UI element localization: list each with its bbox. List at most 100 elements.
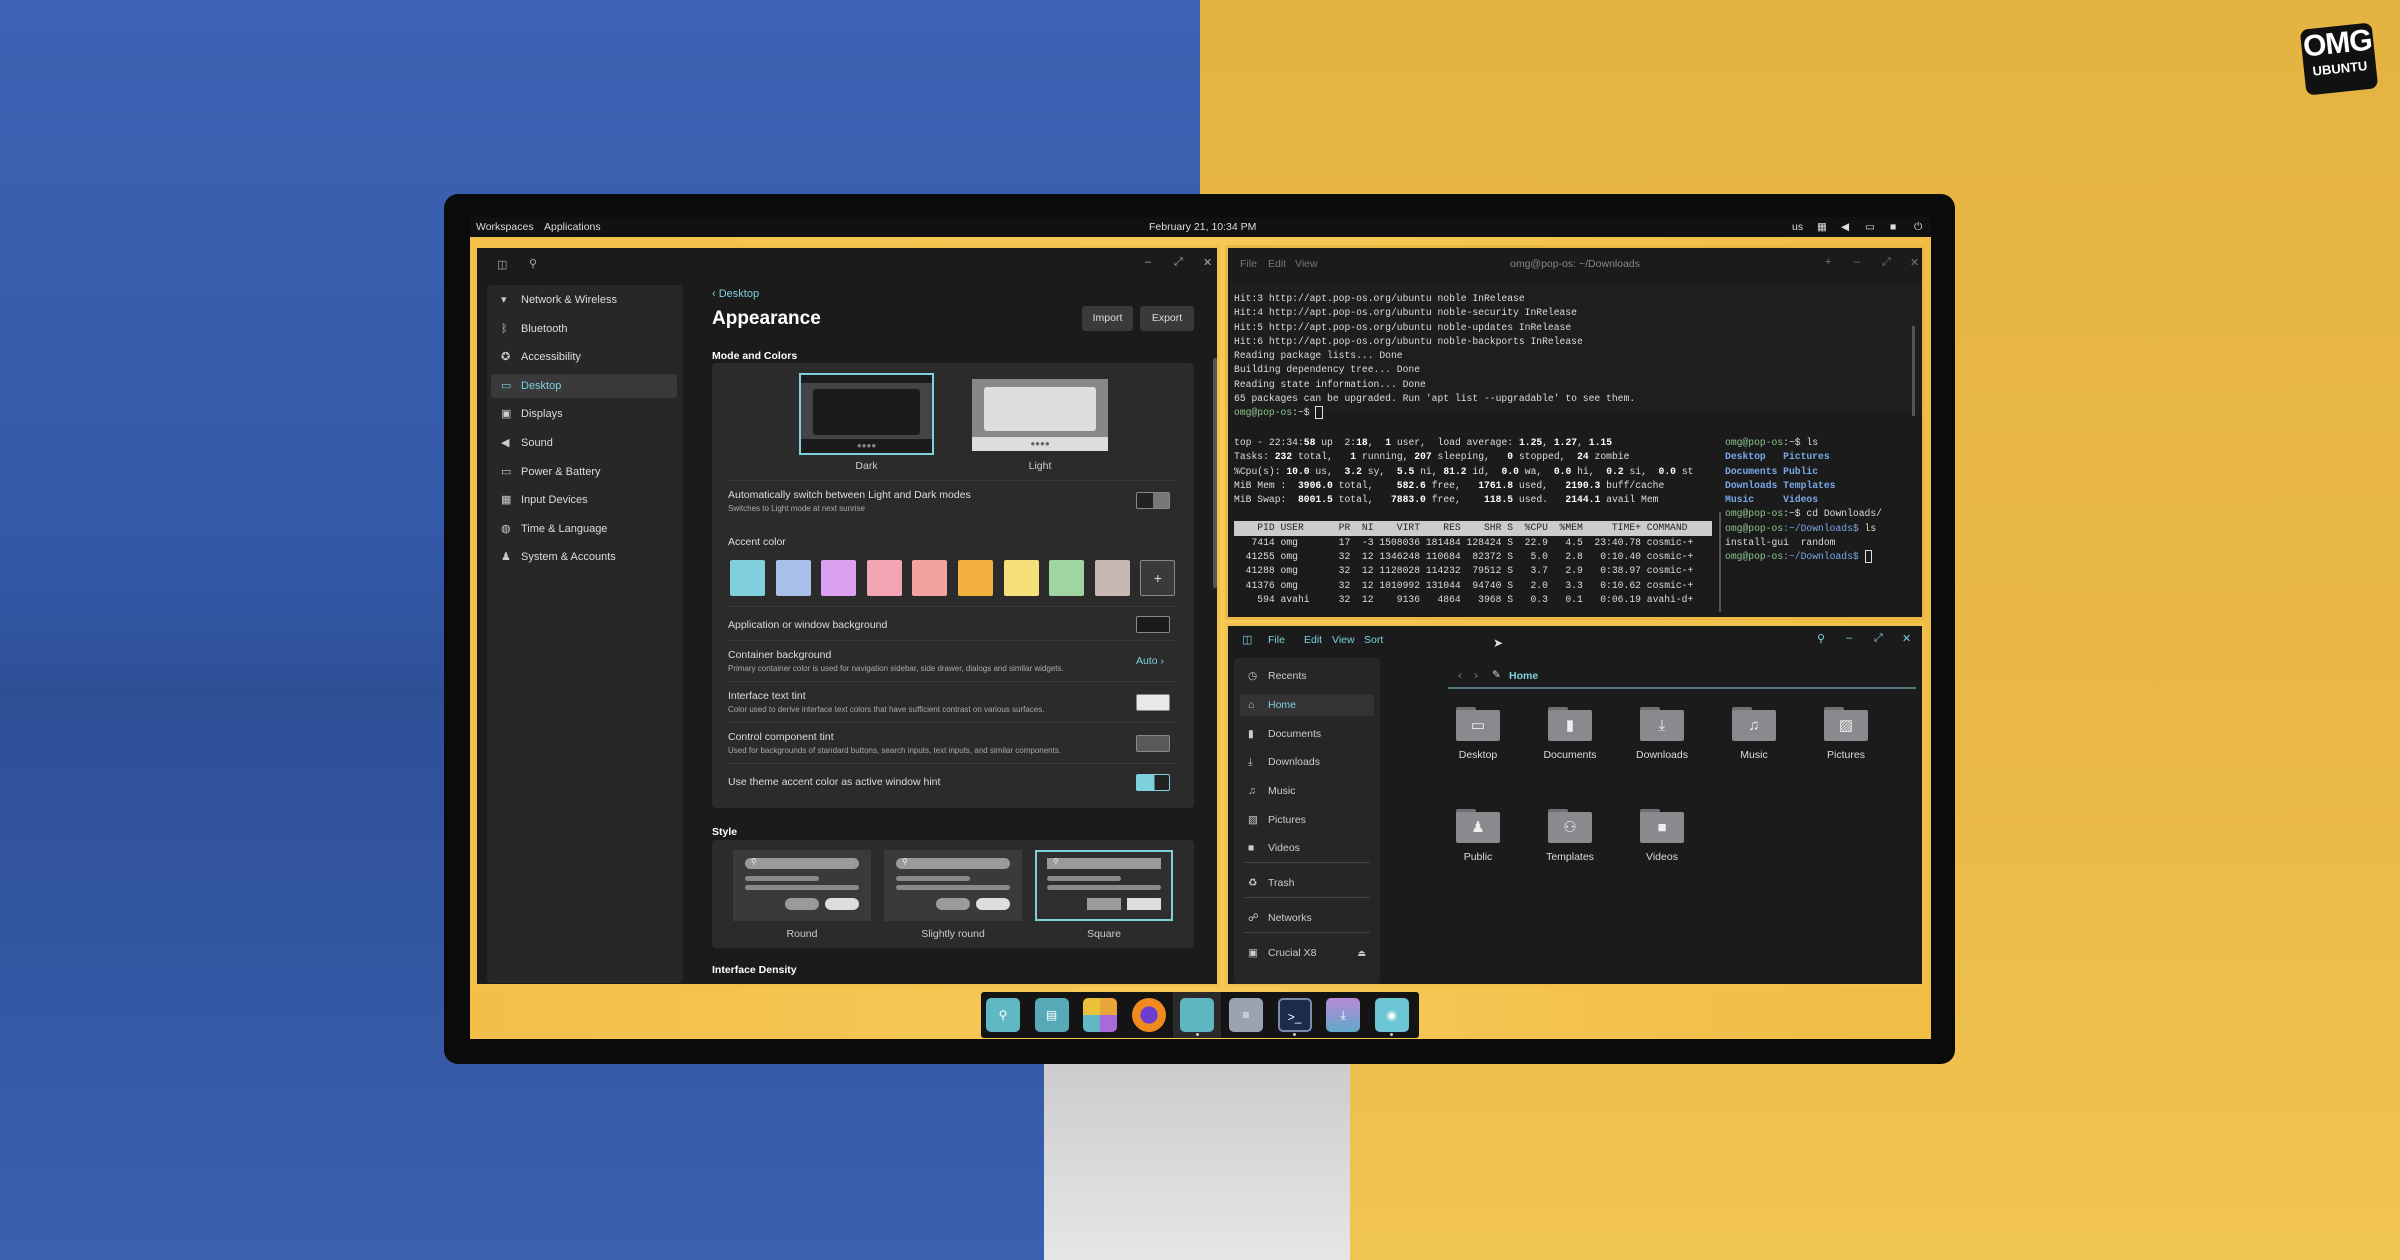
accent-hint-toggle[interactable] (1136, 774, 1170, 791)
folder-documents[interactable]: ▮ (1548, 707, 1592, 741)
dock-workspaces[interactable]: ▤ (1034, 998, 1069, 1032)
folder-label[interactable]: Videos (1616, 851, 1708, 863)
terminal-scrollbar[interactable] (1912, 326, 1915, 416)
minimize-icon[interactable]: – (1854, 256, 1860, 268)
text-tint-swatch[interactable] (1136, 694, 1170, 711)
clock[interactable]: February 21, 10:34 PM (1149, 221, 1256, 233)
forward-icon[interactable]: › (1474, 668, 1478, 682)
back-icon[interactable]: ‹ (1458, 668, 1462, 682)
files-sidebar-downloads[interactable]: ⤓ Downloads (1240, 751, 1374, 773)
folder-downloads[interactable]: ⤓ (1640, 707, 1684, 741)
accent-swatch[interactable] (912, 560, 948, 596)
sidebar-item-network-wireless[interactable]: ▾ Network & Wireless (491, 288, 677, 312)
search-icon[interactable]: ⚲ (1817, 632, 1825, 645)
accent-swatch[interactable] (821, 560, 857, 596)
sidebar-item-system-accounts[interactable]: ♟ System & Accounts (491, 545, 677, 569)
folder-videos[interactable]: ■ (1640, 809, 1684, 843)
terminal-pane-top[interactable]: Hit:3 http://apt.pop-os.org/ubuntu noble… (1228, 282, 1922, 420)
sidebar-item-accessibility[interactable]: ✪ Accessibility (491, 345, 677, 369)
sidebar-item-desktop[interactable]: ▭ Desktop (491, 373, 677, 398)
sidebar-item-time-language[interactable]: ◍ Time & Language (491, 517, 677, 541)
files-menu-edit[interactable]: Edit (1304, 634, 1322, 646)
sidebar-item-power-battery[interactable]: ▭ Power & Battery (491, 460, 677, 484)
export-button[interactable]: Export (1140, 306, 1194, 331)
dock-store[interactable]: ⤓ (1326, 998, 1361, 1032)
maximize-icon[interactable]: ⤢ (1874, 632, 1883, 645)
applications-button[interactable]: Applications (544, 221, 601, 233)
accent-swatch[interactable] (1049, 560, 1085, 596)
accent-swatch[interactable] (866, 560, 902, 596)
files-sidebar-pictures[interactable]: ▨ Pictures (1240, 809, 1374, 831)
folder-label[interactable]: Downloads (1616, 749, 1708, 761)
dock-app-library[interactable] (1083, 998, 1118, 1032)
location-home[interactable]: Home (1509, 670, 1538, 682)
dark-mode-option[interactable]: ●●●● (799, 373, 934, 455)
battery-icon[interactable]: ▭ (1865, 221, 1875, 233)
htop-scrollbar[interactable] (1719, 512, 1721, 612)
files-sidebar-home[interactable]: ⌂ Home (1240, 694, 1374, 716)
dock-files[interactable] (1180, 998, 1215, 1032)
style-option-square[interactable]: ⚲ (1035, 850, 1173, 921)
files-sidebar-crucial-x8[interactable]: ▣ Crucial X8 ⏏ (1240, 942, 1374, 964)
maximize-icon[interactable]: ⤢ (1882, 256, 1891, 269)
style-option-round[interactable]: ⚲ (733, 850, 871, 921)
folder-desktop[interactable]: ▭ (1456, 707, 1500, 741)
dock-text-editor[interactable]: ≡ (1229, 998, 1263, 1032)
folder-label[interactable]: Pictures (1800, 749, 1892, 761)
volume-icon[interactable]: ◀ (1841, 221, 1849, 233)
style-option-slightly-round[interactable]: ⚲ (884, 850, 1022, 921)
htop-process-row[interactable]: 41288 omg 32 12 1128028 114232 79512 S 3… (1234, 564, 1712, 578)
folder-public[interactable]: ♟ (1456, 809, 1500, 843)
dock-firefox[interactable] (1131, 998, 1166, 1032)
files-menu-view[interactable]: View (1332, 634, 1355, 646)
files-sidebar-networks[interactable]: ☍ Networks (1240, 907, 1374, 929)
sidebar-toggle-icon[interactable]: ◫ (497, 258, 507, 271)
auto-switch-toggle[interactable] (1136, 492, 1170, 509)
minimize-icon[interactable]: – (1846, 632, 1852, 644)
files-sidebar-videos[interactable]: ■ Videos (1240, 837, 1374, 859)
close-icon[interactable]: ✕ (1203, 256, 1212, 269)
breadcrumb-back[interactable]: ‹ Desktop (712, 288, 759, 300)
dock-settings[interactable]: ◉ (1374, 998, 1409, 1032)
files-sidebar-recents[interactable]: ◷ Recents (1240, 665, 1374, 687)
terminal-pane-right[interactable]: omg@pop-os:~$ ls Desktop Pictures Document… (1725, 416, 1922, 617)
files-menu-sort[interactable]: Sort (1364, 634, 1383, 646)
folder-music[interactable]: ♫ (1732, 707, 1776, 741)
folder-label[interactable]: Documents (1524, 749, 1616, 761)
sidebar-toggle-icon[interactable]: ◫ (1242, 633, 1252, 646)
htop-process-row[interactable]: 41255 omg 32 12 1346248 110684 82372 S 5… (1234, 550, 1712, 564)
sidebar-item-bluetooth[interactable]: ᛒ Bluetooth (491, 317, 677, 341)
dock-launcher[interactable]: ⚲ (986, 998, 1020, 1032)
scrollbar[interactable] (1213, 358, 1217, 588)
files-sidebar-trash[interactable]: ♻ Trash (1240, 872, 1374, 894)
minimize-icon[interactable]: – (1145, 256, 1151, 268)
accent-swatch[interactable] (1003, 560, 1039, 596)
htop-process-row[interactable]: 41376 omg 32 12 1010992 131044 94740 S 2… (1234, 579, 1712, 593)
power-icon[interactable]: ⏻ (1914, 221, 1922, 234)
sidebar-item-input-devices[interactable]: ▦ Input Devices (491, 488, 677, 512)
add-accent-button[interactable]: + (1140, 560, 1176, 596)
folder-templates[interactable]: ⚇ (1548, 809, 1592, 843)
folder-label[interactable]: Templates (1524, 851, 1616, 863)
edit-location-icon[interactable]: ✎ (1492, 669, 1501, 681)
maximize-icon[interactable]: ⤢ (1174, 256, 1183, 269)
folder-label[interactable]: Music (1708, 749, 1800, 761)
keyboard-layout[interactable]: us (1792, 221, 1803, 233)
container-background-auto[interactable]: Auto › (1136, 655, 1164, 667)
accent-swatch[interactable] (775, 560, 811, 596)
accent-swatch[interactable] (1094, 560, 1130, 596)
sidebar-item-displays[interactable]: ▣ Displays (491, 402, 677, 426)
accent-swatch[interactable] (958, 560, 993, 596)
close-icon[interactable]: ✕ (1902, 632, 1911, 645)
folder-label[interactable]: Desktop (1432, 749, 1524, 761)
folder-label[interactable]: Public (1432, 851, 1524, 863)
workspaces-button[interactable]: Workspaces (476, 221, 534, 233)
htop-pane[interactable]: top - 22:34:58 up 2:18, 1 user, load ave… (1228, 416, 1722, 617)
notifications-icon[interactable]: ■ (1890, 221, 1896, 233)
dock-terminal[interactable]: >_ (1277, 998, 1312, 1032)
files-sidebar-documents[interactable]: ▮ Documents (1240, 723, 1374, 745)
control-tint-swatch[interactable] (1136, 735, 1170, 752)
close-icon[interactable]: ✕ (1910, 256, 1919, 269)
import-button[interactable]: Import (1082, 306, 1133, 331)
files-sidebar-music[interactable]: ♫ Music (1240, 780, 1374, 802)
